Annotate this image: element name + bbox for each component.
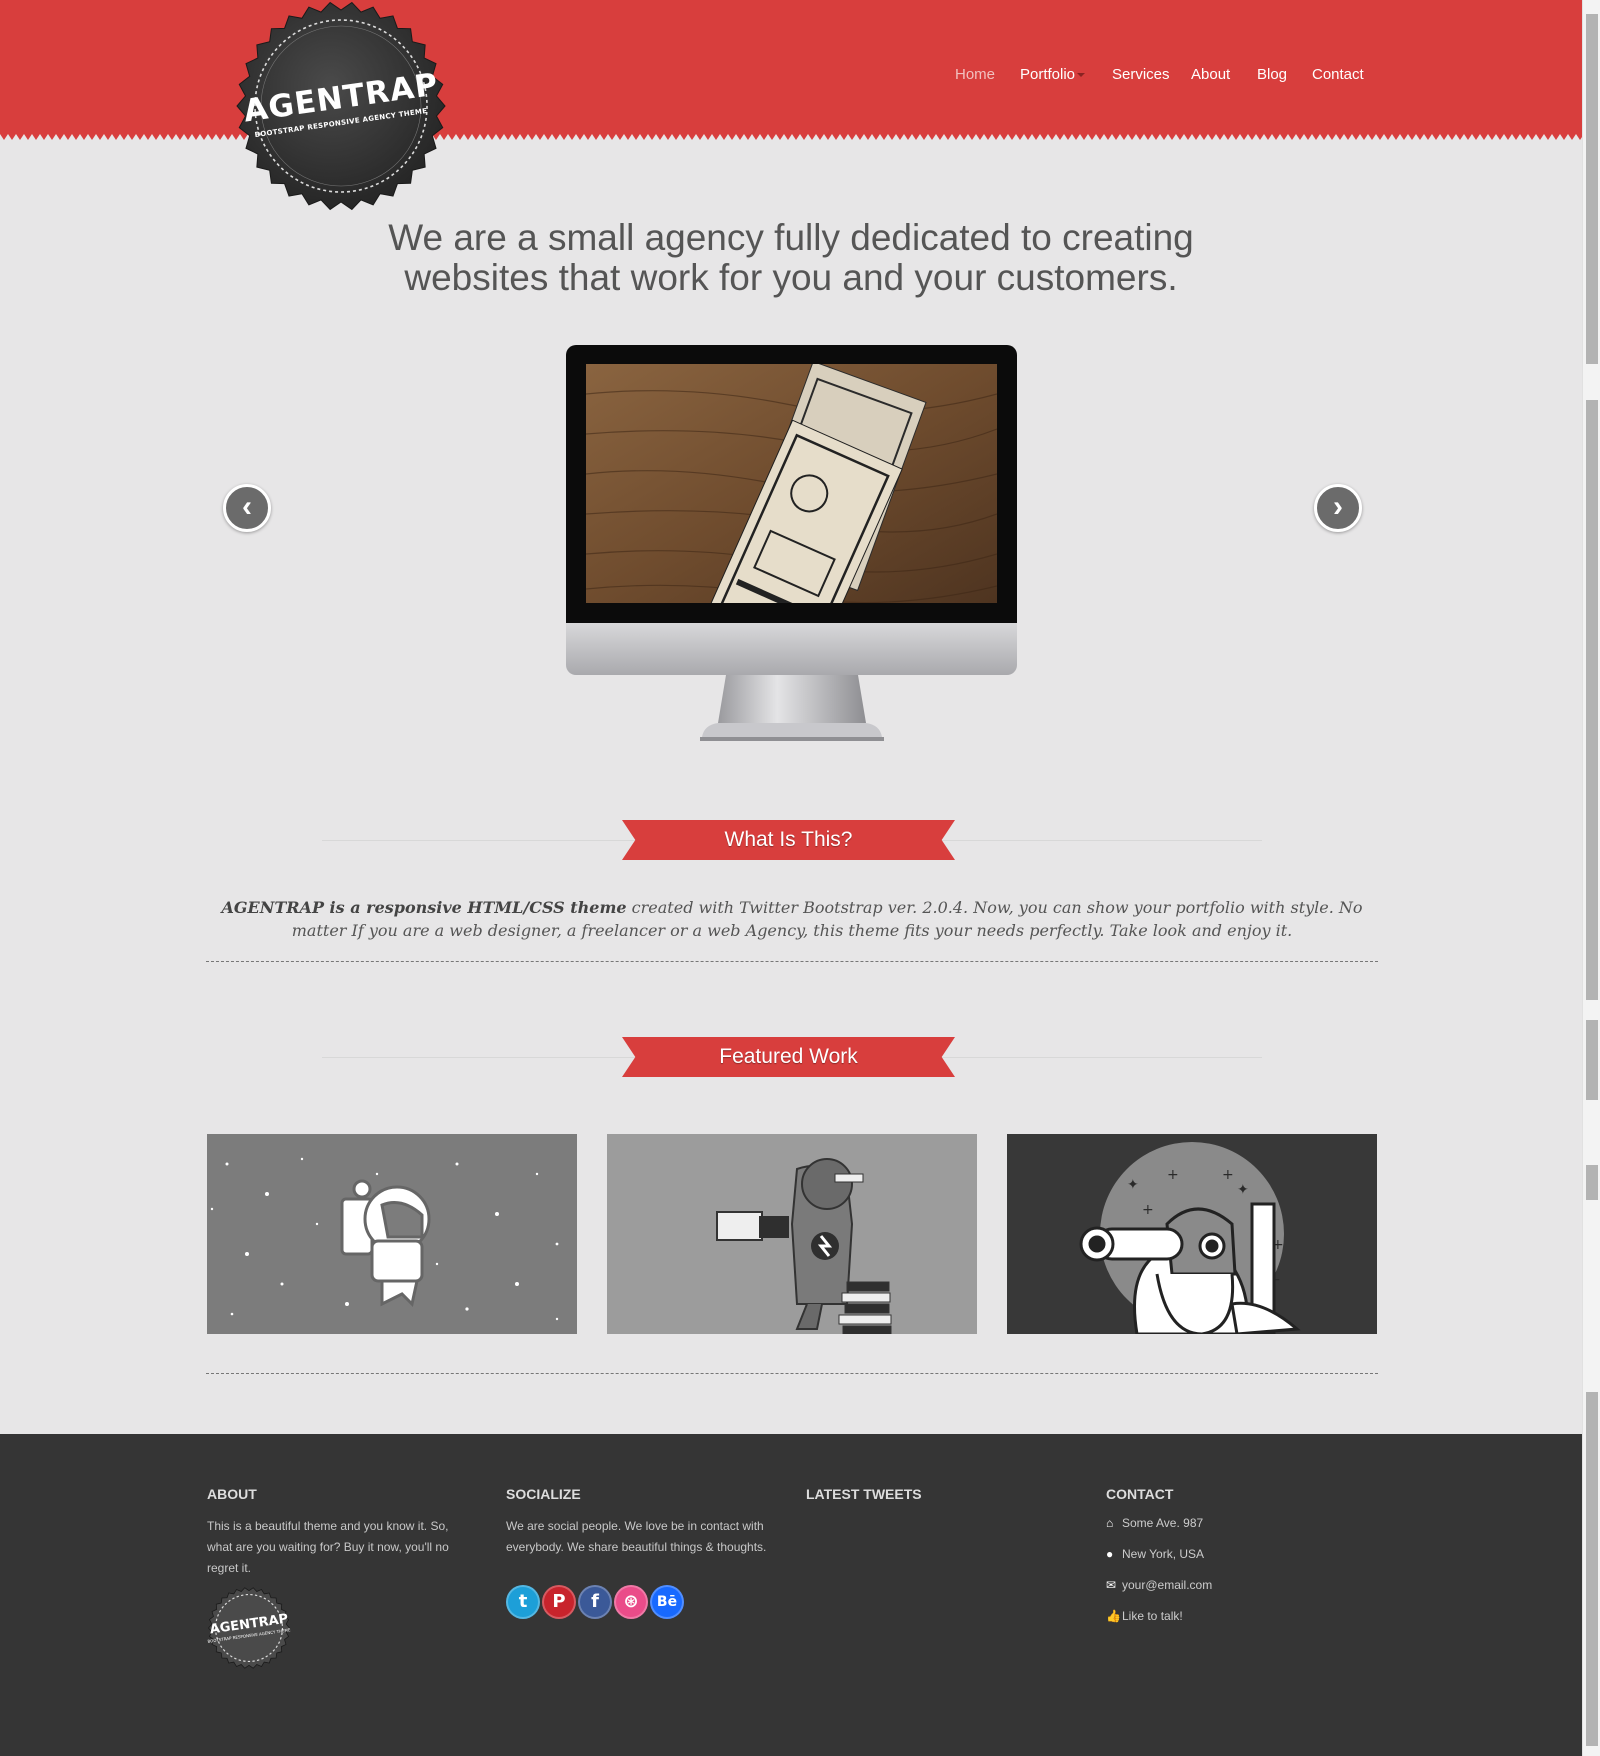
dashed-divider	[206, 1373, 1378, 1374]
hero-line-1: We are a small agency fully dedicated to…	[388, 217, 1194, 258]
slide-monitor-image	[566, 345, 1017, 742]
contact-address: ⌂ Some Ave. 987	[1106, 1513, 1203, 1533]
contact-city: ● New York, USA	[1106, 1544, 1204, 1564]
footer-contact: CONTACT	[1106, 1486, 1376, 1516]
contact-email-text: your@email.com	[1122, 1578, 1213, 1592]
scrollbar-track-segment	[1586, 1020, 1598, 1100]
intro-bold: AGENTRAP is a responsive HTML/CSS theme	[221, 898, 627, 917]
contact-talk-text: Like to talk!	[1122, 1609, 1183, 1623]
carousel-next-button[interactable]: ›	[1314, 484, 1362, 532]
svg-text:✦: ✦	[1127, 1177, 1139, 1193]
intro-paragraph: AGENTRAP is a responsive HTML/CSS theme …	[206, 896, 1378, 942]
nav-contact[interactable]: Contact	[1312, 66, 1364, 83]
scrollbar-track-segment	[1586, 1392, 1598, 1746]
page-scrollbar[interactable]	[1582, 0, 1600, 1756]
svg-text:+: +	[1167, 1167, 1179, 1183]
footer-logo[interactable]: AGENTRAP BOOTSTRAP RESPONSIVE AGENCY THE…	[207, 1586, 291, 1670]
monitor-screen	[566, 345, 1017, 623]
site-logo[interactable]: AGENTRAP BOOTSTRAP RESPONSIVE AGENCY THE…	[233, 0, 449, 212]
nav-home[interactable]: Home	[955, 66, 995, 83]
contact-email[interactable]: ✉ your@email.com	[1106, 1575, 1212, 1595]
featured-work-robot[interactable]	[607, 1134, 977, 1334]
section-title-what-is-this: What Is This?	[622, 820, 955, 860]
footer-socialize: SOCIALIZE We are social people. We love …	[506, 1486, 776, 1558]
monitor-stand	[700, 675, 884, 741]
slide-photo	[586, 364, 997, 603]
pinterest-icon[interactable]: P	[542, 1585, 576, 1619]
nav-about[interactable]: About	[1191, 66, 1230, 83]
home-icon: ⌂	[1106, 1516, 1114, 1530]
dribbble-icon[interactable]: ⊛	[614, 1585, 648, 1619]
nav-blog[interactable]: Blog	[1257, 66, 1287, 83]
globe-icon: ●	[1106, 1547, 1114, 1561]
contact-talk[interactable]: 👍Like to talk!	[1106, 1606, 1183, 1626]
twitter-icon[interactable]: t	[506, 1585, 540, 1619]
facebook-icon[interactable]: f	[578, 1585, 612, 1619]
chevron-right-icon: ›	[1333, 490, 1343, 523]
footer-tweets: LATEST TWEETS	[806, 1486, 1076, 1516]
footer-about-text: This is a beautiful theme and you know i…	[207, 1519, 449, 1575]
carousel-prev-button[interactable]: ‹	[223, 484, 271, 532]
featured-work-astronaut[interactable]	[207, 1134, 577, 1334]
contact-address-text: Some Ave. 987	[1122, 1516, 1204, 1530]
chevron-down-icon	[1077, 73, 1086, 78]
section-title-featured-work: Featured Work	[622, 1037, 955, 1077]
svg-text:+: +	[1142, 1202, 1154, 1218]
scrollbar-thumb[interactable]	[1586, 14, 1598, 364]
footer-socialize-title: SOCIALIZE	[506, 1486, 581, 1502]
chevron-left-icon: ‹	[242, 490, 252, 523]
footer-contact-title: CONTACT	[1106, 1486, 1174, 1502]
contact-city-text: New York, USA	[1122, 1547, 1205, 1561]
svg-text:+: +	[1222, 1167, 1234, 1183]
scrollbar-track-segment	[1586, 1165, 1598, 1200]
envelope-icon: ✉	[1106, 1578, 1117, 1592]
scrollbar-track-segment	[1586, 400, 1598, 1000]
dashed-divider	[206, 961, 1378, 962]
footer-about-title: ABOUT	[207, 1486, 257, 1502]
footer-socialize-text: We are social people. We love be in cont…	[506, 1519, 767, 1554]
footer-about: ABOUT This is a beautiful theme and you …	[207, 1486, 477, 1579]
monitor-chin	[566, 623, 1017, 675]
nav-portfolio[interactable]: Portfolio	[1020, 66, 1086, 83]
featured-work-explorer[interactable]: ✦++ ✦+++	[1007, 1134, 1377, 1334]
hero-line-2: websites that work for you and your cust…	[404, 257, 1178, 298]
nav-portfolio-label: Portfolio	[1020, 66, 1076, 83]
footer-tweets-title: LATEST TWEETS	[806, 1486, 922, 1502]
nav-services[interactable]: Services	[1112, 66, 1170, 83]
behance-icon[interactable]: Bē	[650, 1585, 684, 1619]
thumbs-up-icon: 👍	[1106, 1609, 1121, 1623]
hero-tagline: We are a small agency fully dedicated to…	[300, 218, 1282, 298]
svg-text:✦: ✦	[1237, 1182, 1249, 1198]
